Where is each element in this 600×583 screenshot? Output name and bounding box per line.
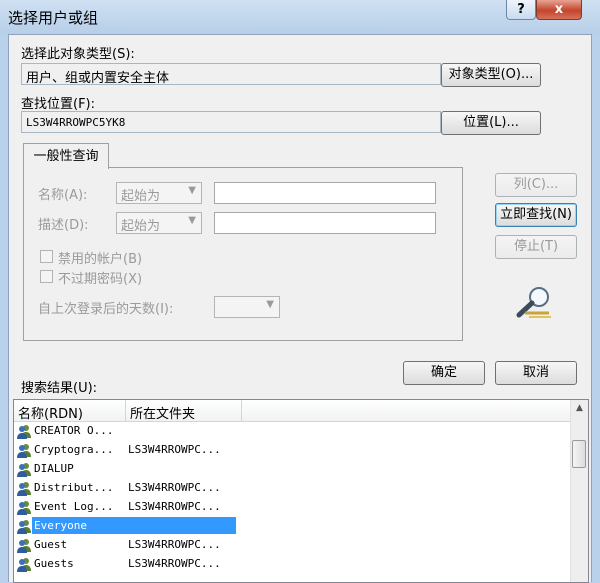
- description-mode-select[interactable]: 起始为 ▼: [116, 212, 202, 234]
- description-mode-value: 起始为: [121, 219, 161, 234]
- user-group-icon: [17, 425, 31, 439]
- window-title: 选择用户或组: [8, 9, 99, 27]
- results-label: 搜索结果(U):: [21, 381, 98, 396]
- close-button[interactable]: x: [536, 0, 582, 20]
- row-folder: LS3W4RROWPC...: [128, 538, 221, 551]
- name-mode-select[interactable]: 起始为 ▼: [116, 182, 202, 204]
- days-since-logon-select[interactable]: ▼: [214, 296, 280, 318]
- object-types-label: 选择此对象类型(S):: [21, 47, 135, 62]
- object-types-button[interactable]: 对象类型(O)...: [441, 63, 541, 87]
- table-row[interactable]: Guest LS3W4RROWPC...: [14, 536, 574, 555]
- location-field: LS3W4RROWPC5YK8: [21, 111, 441, 133]
- row-name: Guest: [34, 538, 68, 551]
- scroll-thumb[interactable]: [572, 440, 586, 468]
- column-header-name[interactable]: 名称(RDN): [14, 400, 126, 422]
- cancel-button[interactable]: 取消: [495, 361, 577, 385]
- row-name: DIALUP: [34, 462, 74, 475]
- results-list: 名称(RDN) 所在文件夹 CREATOR O... Cryptogra... LS…: [13, 399, 589, 583]
- name-mode-value: 起始为: [121, 189, 161, 204]
- user-group-icon: [17, 558, 31, 572]
- location-label: 查找位置(F):: [21, 97, 96, 112]
- location-button[interactable]: 位置(L)...: [441, 111, 541, 135]
- vertical-scrollbar[interactable]: ▲: [570, 400, 588, 582]
- days-since-logon-label: 自上次登录后的天数(I):: [38, 302, 174, 317]
- user-group-icon: [17, 539, 31, 553]
- user-group-icon: [17, 444, 31, 458]
- row-folder: LS3W4RROWPC...: [128, 481, 221, 494]
- row-name: CREATOR O...: [34, 424, 114, 437]
- row-folder: LS3W4RROWPC...: [128, 557, 221, 570]
- title-bar: 选择用户或组 ? x: [0, 0, 600, 34]
- row-name: Everyone: [32, 517, 236, 534]
- table-row[interactable]: Everyone: [14, 517, 574, 536]
- stop-button[interactable]: 停止(T): [495, 235, 577, 259]
- user-group-icon: [17, 482, 31, 496]
- chevron-down-icon: ▼: [188, 215, 196, 226]
- columns-button[interactable]: 列(C)...: [495, 173, 577, 197]
- table-row[interactable]: Cryptogra... LS3W4RROWPC...: [14, 441, 574, 460]
- scroll-up-icon[interactable]: ▲: [571, 400, 588, 417]
- column-header-empty: [242, 400, 572, 422]
- row-folder: LS3W4RROWPC...: [128, 500, 221, 513]
- user-group-icon: [17, 501, 31, 515]
- column-header-folder[interactable]: 所在文件夹: [126, 400, 242, 422]
- flashlight-icon: [516, 287, 551, 318]
- description-input[interactable]: [214, 212, 436, 234]
- user-group-icon: [17, 463, 31, 477]
- disabled-accounts-checkbox[interactable]: [40, 250, 53, 263]
- tab-general-query[interactable]: 一般性查询: [23, 143, 109, 169]
- user-group-icon: [17, 520, 31, 534]
- description-label: 描述(D):: [38, 218, 89, 233]
- name-input[interactable]: [214, 182, 436, 204]
- row-folder: LS3W4RROWPC...: [128, 443, 221, 456]
- object-types-field: 用户、组或内置安全主体: [21, 63, 441, 86]
- row-name: Distribut...: [34, 481, 114, 494]
- table-row[interactable]: Guests LS3W4RROWPC...: [14, 555, 574, 574]
- general-query-panel: 名称(A): 起始为 ▼ 描述(D): 起始为 ▼ 禁用的帐户(B) 不过期密码…: [23, 167, 463, 341]
- help-button[interactable]: ?: [506, 0, 536, 20]
- table-row[interactable]: DIALUP: [14, 460, 574, 479]
- row-name: Guests: [34, 557, 74, 570]
- row-name: Event Log...: [34, 500, 114, 513]
- ok-button[interactable]: 确定: [403, 361, 485, 385]
- row-name: Cryptogra...: [34, 443, 114, 456]
- table-row[interactable]: Event Log... LS3W4RROWPC...: [14, 498, 574, 517]
- table-row[interactable]: Distribut... LS3W4RROWPC...: [14, 479, 574, 498]
- chevron-down-icon: ▼: [188, 185, 196, 196]
- dialog-body: 选择此对象类型(S): 用户、组或内置安全主体 对象类型(O)... 查找位置(…: [8, 34, 592, 583]
- chevron-down-icon: ▼: [266, 299, 274, 310]
- name-label: 名称(A):: [38, 188, 88, 203]
- disabled-accounts-label: 禁用的帐户(B): [58, 252, 143, 267]
- table-row[interactable]: CREATOR O...: [14, 422, 574, 441]
- non-expiring-password-checkbox[interactable]: [40, 270, 53, 283]
- non-expiring-password-label: 不过期密码(X): [58, 272, 143, 287]
- find-now-button[interactable]: 立即查找(N): [495, 203, 577, 227]
